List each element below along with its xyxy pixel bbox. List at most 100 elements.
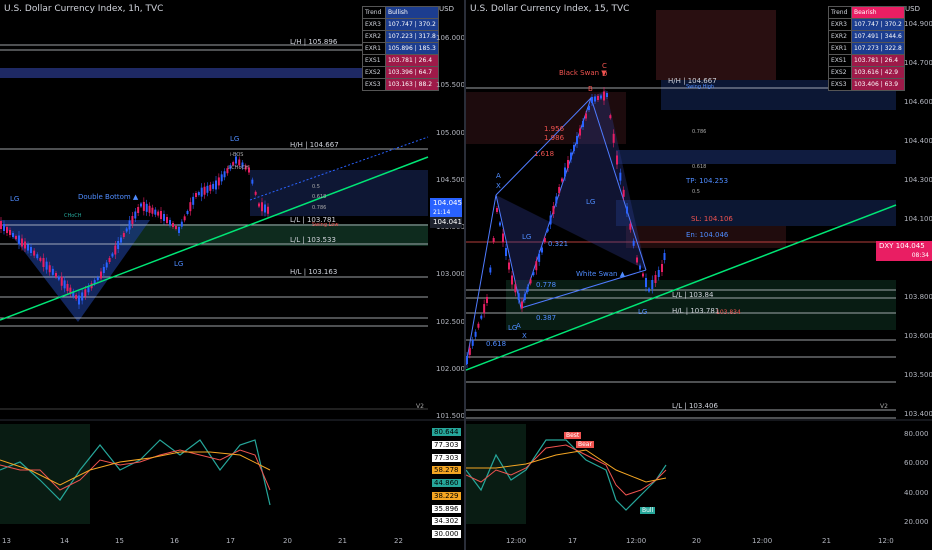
candle [471,339,474,346]
pattern-ratio-label: 1.618 [534,150,555,158]
trend-table-row: EXR2 107.223 | 317.8 [362,30,439,43]
candle [489,267,492,273]
candle [496,208,498,212]
candle [51,268,54,275]
time-axis-tick: 20 [283,537,292,545]
price-axis-tick: 103.500 [904,371,932,379]
candle [122,233,125,237]
black-swan-label: Black Swan ▼ [559,69,607,77]
price-axis-tick: 103.800 [904,293,932,301]
candle [264,204,266,213]
lg-label-2: LG [522,233,532,241]
swing-high-label: Swing High [686,84,715,90]
candle [114,245,117,255]
oscillator-axis-tick: 35.896 [432,504,461,513]
candle [576,136,578,144]
candle [508,262,510,270]
trend-table-row: EXS3 103.406 | 63.9 [828,78,905,91]
pattern-point-label: X [522,332,527,340]
sl-zone-upper [656,10,776,80]
price-axis-tick: 102.000 [436,364,464,373]
candle [654,275,657,283]
candle [175,226,177,229]
candle [105,262,108,268]
candle [39,257,42,261]
candle [84,289,87,297]
candle [541,247,543,253]
candle [131,216,134,224]
price-axis-tick: 101.500 [436,412,464,420]
candle [63,280,66,289]
candle [657,270,660,277]
pattern-point-label: D [602,70,608,78]
candle [502,233,504,243]
candle [203,186,206,195]
time-axis-tick: 13 [2,537,11,545]
candle [526,286,529,292]
level-label-ll-low: L/L | 103.406 [672,402,718,410]
candle [60,276,63,286]
candle [546,228,549,232]
white-swan-label: White Swan ▲ [576,270,626,278]
candle [636,257,638,263]
candle [529,279,532,284]
candle [468,347,471,355]
trend-table-row: EXS2 103.616 | 42.9 [828,66,905,79]
candle [137,207,140,213]
candle [663,253,666,260]
candle [128,220,131,230]
candle [120,237,122,243]
lg-label-top: LG [230,135,240,143]
oscillator-axis-tick: 20.000 [904,518,929,526]
candle [600,95,602,99]
candle [195,193,197,197]
trend-table-row: EXR3 107.747 | 370.2 [828,18,905,31]
candle [523,294,526,301]
candle [543,238,546,242]
chart-pane-15m[interactable]: U.S. Dollar Currency Index, 15, TVC Tren… [466,0,932,550]
candle [3,224,5,231]
level-label-ll-2: L/L | 103.533 [290,236,336,244]
chart-pane-1h[interactable]: U.S. Dollar Currency Index, 1h, TVC Tren… [0,0,464,550]
time-axis-tick: 12:0 [878,537,894,545]
candle [186,211,189,214]
candle [555,196,558,204]
candle [111,253,114,257]
lg-label-4: LG [638,308,648,316]
tp-label: TP: 104.253 [686,177,729,185]
candle [140,203,142,207]
candle [223,171,226,178]
time-axis-tick: 12:00 [752,537,773,545]
pattern-point-label: B [588,85,593,93]
candle [57,276,60,280]
candle [96,277,99,281]
pattern-ratio-label: 1.986 [544,134,565,142]
candle [145,203,148,212]
candle [622,189,625,197]
candle [505,248,507,256]
candle [15,236,17,239]
time-axis-tick: 14 [60,537,69,545]
trend-table-row: EXS2 103.396 | 64.7 [362,66,439,79]
candle [591,97,593,103]
candle [258,203,260,207]
candle [178,227,180,233]
time-axis-tick: 17 [568,537,577,545]
candle [603,91,605,101]
candle [474,331,477,337]
candle [579,128,581,136]
double-bottom-label: Double Bottom ▲ [78,193,139,201]
price-axis-tick: 105.000 [436,128,464,137]
oscillator-axis-tick: 40.000 [904,488,929,497]
level-label-hl: H/L | 103.163 [290,268,338,276]
candle [81,292,84,301]
time-axis-tick: 21 [822,537,831,545]
candle [169,220,171,225]
candle [108,258,111,262]
candle [160,211,162,219]
price-axis-tick: 103.000 [436,270,464,279]
pattern-point-label: X [496,182,501,190]
candle [117,241,120,249]
candle [209,184,212,191]
entry-label: En: 104.046 [686,231,729,239]
